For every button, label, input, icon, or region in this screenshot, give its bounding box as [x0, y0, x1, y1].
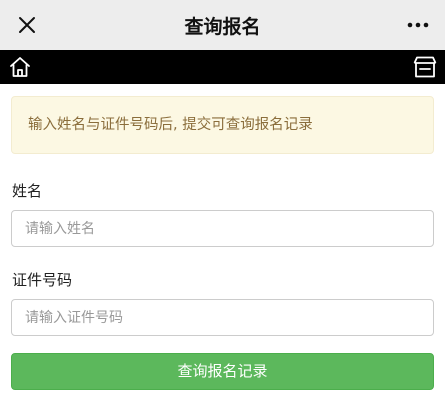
notice-box: 输入姓名与证件号码后, 提交可查询报名记录 — [11, 96, 434, 154]
nav-bar — [0, 50, 445, 84]
query-records-button[interactable]: 查询报名记录 — [11, 353, 434, 390]
close-icon[interactable] — [14, 12, 40, 38]
store-icon[interactable] — [411, 53, 439, 81]
form-container: 输入姓名与证件号码后, 提交可查询报名记录 姓名 证件号码 查询报名记录 — [0, 84, 445, 390]
page-title: 查询报名 — [184, 15, 261, 38]
notice-text: 输入姓名与证件号码后, 提交可查询报名记录 — [28, 117, 313, 133]
more-icon[interactable] — [405, 12, 431, 38]
id-number-label: 证件号码 — [12, 271, 73, 289]
name-label: 姓名 — [12, 182, 43, 200]
top-bar: 查询报名 — [0, 0, 445, 50]
home-icon[interactable] — [6, 53, 34, 81]
name-input[interactable] — [11, 210, 434, 247]
id-number-input[interactable] — [11, 299, 434, 336]
